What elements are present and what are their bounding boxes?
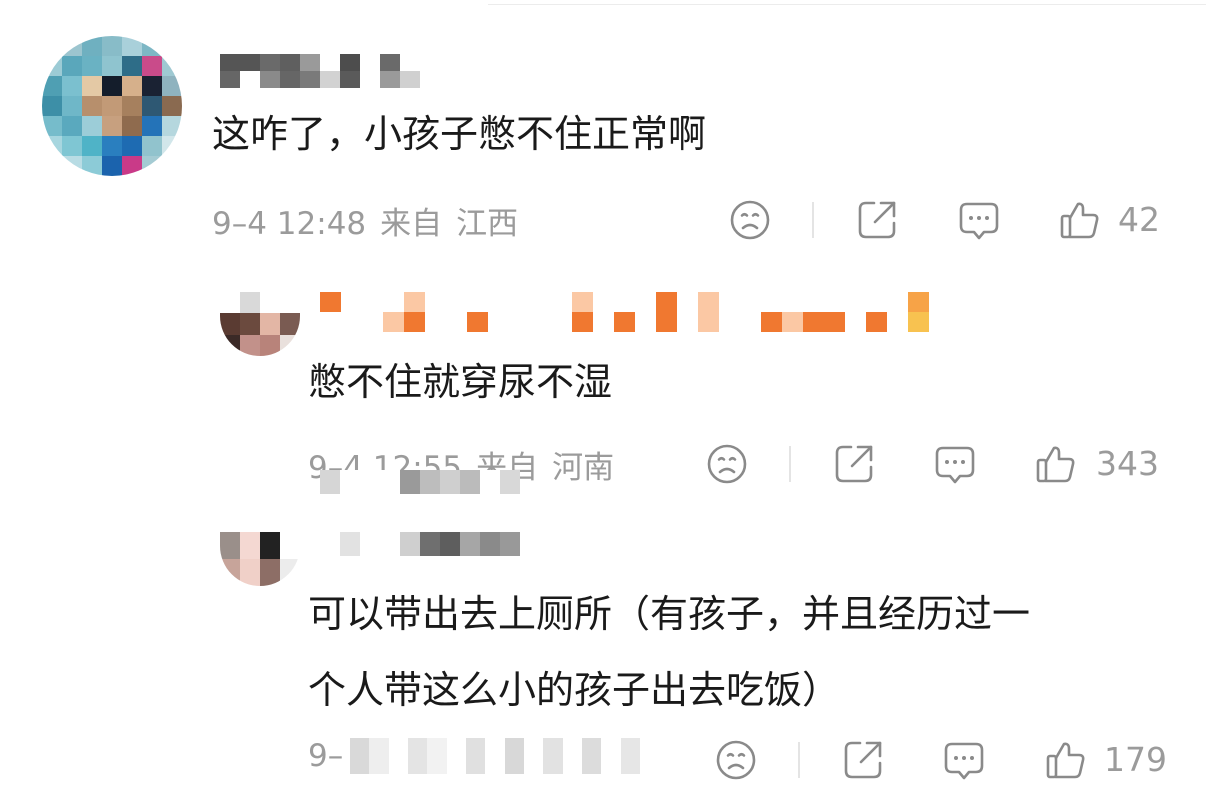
thumbs-up-icon[interactable] <box>1044 738 1088 782</box>
comment-text: 憋不住就穿尿不湿 <box>308 360 613 404</box>
thumbs-up-icon[interactable] <box>1058 198 1102 242</box>
comment-actions: 179 <box>0 738 1206 782</box>
action-divider <box>789 446 791 482</box>
avatar[interactable] <box>220 532 300 586</box>
username[interactable] <box>220 54 420 88</box>
like-count: 42 <box>1118 200 1160 239</box>
comment-actions: 42 <box>0 198 1206 242</box>
comment-text: 可以带出去上厕所（有孩子，并且经历过一 个人带这么小的孩子出去吃饭） <box>308 576 1030 728</box>
share-icon[interactable] <box>841 738 885 782</box>
comment-text-line: 个人带这么小的孩子出去吃饭） <box>308 668 841 712</box>
avatar[interactable] <box>220 292 300 356</box>
like-count: 343 <box>1096 444 1159 483</box>
like-count: 179 <box>1104 740 1167 779</box>
username[interactable] <box>320 532 520 556</box>
emoji-face-icon[interactable] <box>714 738 758 782</box>
comment-actions: 343 <box>0 442 1206 486</box>
top-divider <box>488 4 1206 5</box>
emoji-face-icon[interactable] <box>705 442 749 486</box>
comment-text-line: 可以带出去上厕所（有孩子，并且经历过一 <box>308 592 1031 636</box>
comment-text: 这咋了，小孩子憋不住正常啊 <box>212 112 707 156</box>
action-divider <box>812 202 814 238</box>
avatar[interactable] <box>42 36 182 176</box>
comment-icon[interactable] <box>942 738 986 782</box>
comment-icon[interactable] <box>933 442 977 486</box>
thumbs-up-icon[interactable] <box>1034 442 1078 486</box>
share-icon[interactable] <box>832 442 876 486</box>
action-divider <box>798 742 800 778</box>
username[interactable] <box>320 292 950 332</box>
share-icon[interactable] <box>855 198 899 242</box>
comment-icon[interactable] <box>957 198 1001 242</box>
emoji-face-icon[interactable] <box>728 198 772 242</box>
